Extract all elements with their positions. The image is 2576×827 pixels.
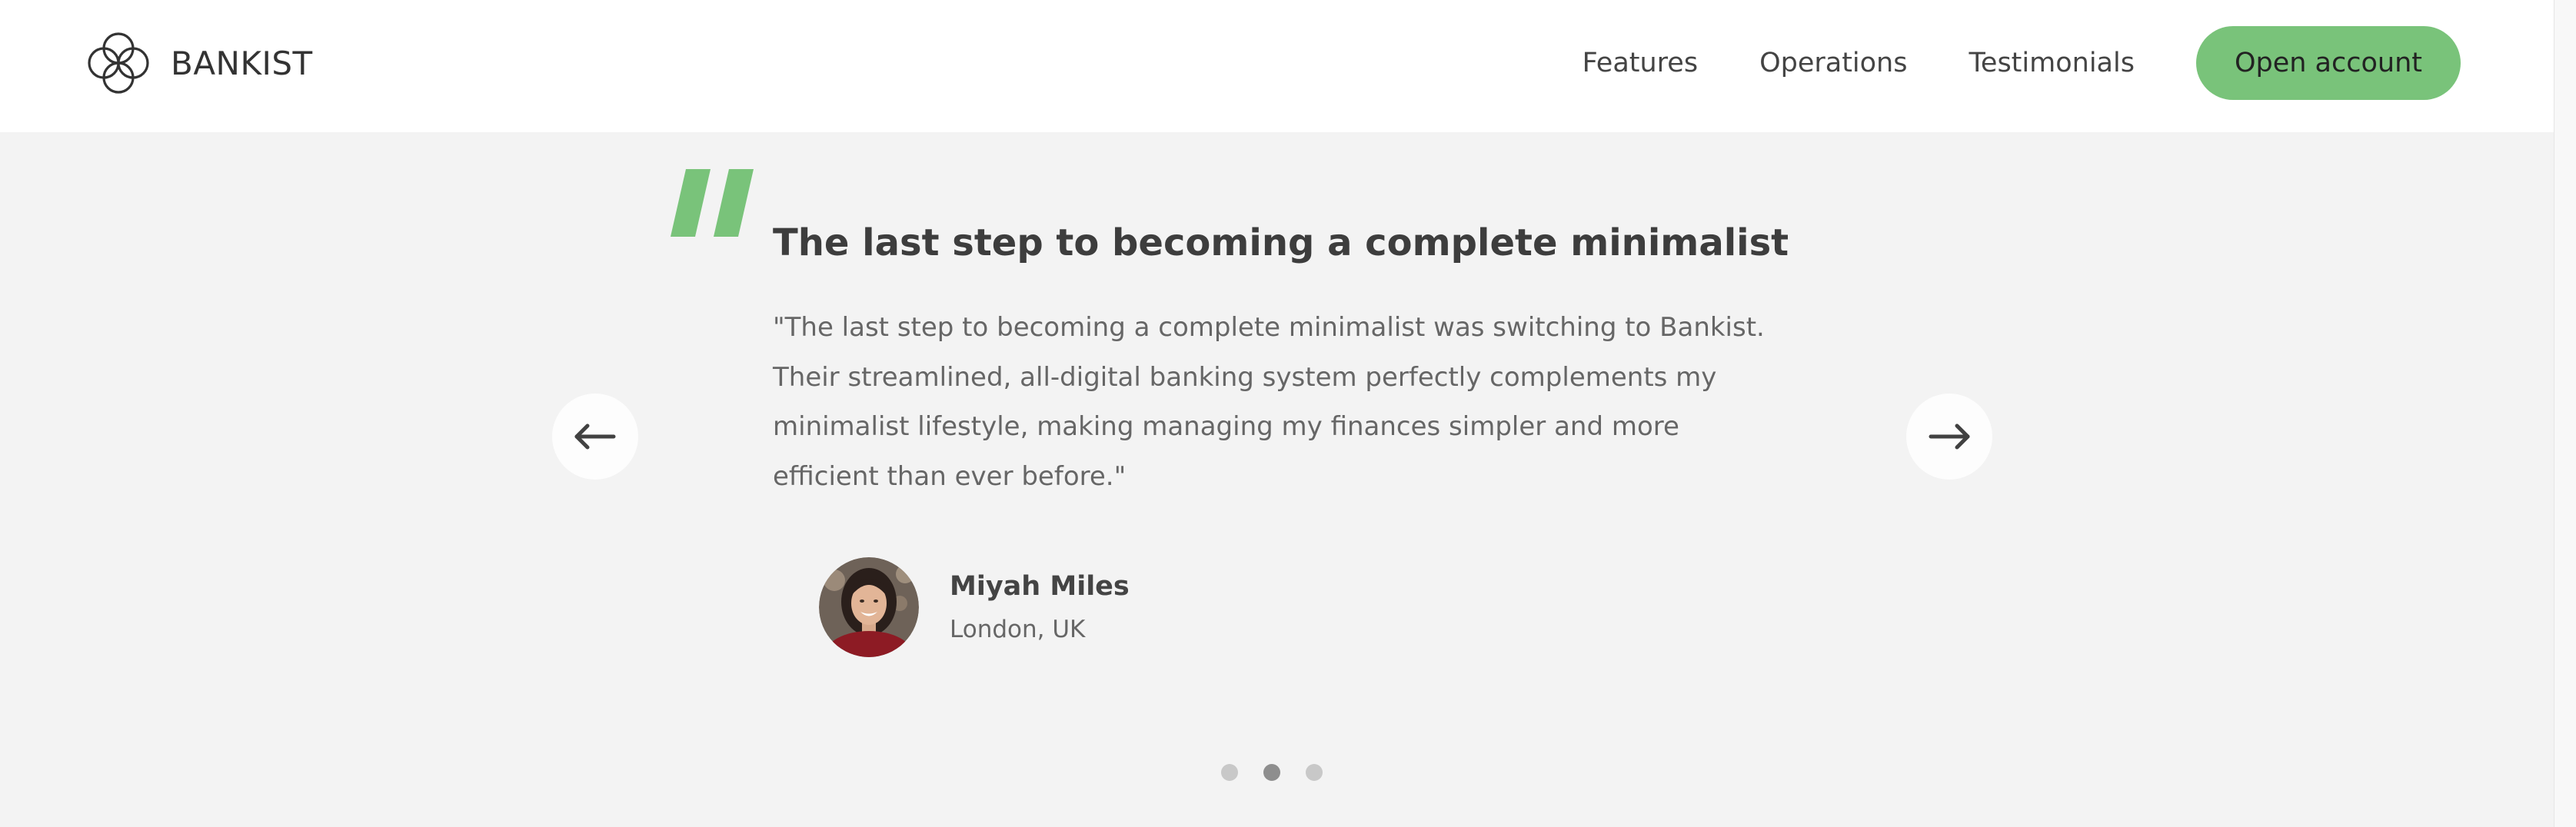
- page: BANKIST Features Operations Testimonials…: [0, 0, 2576, 827]
- author-info: Miyah Miles London, UK: [950, 571, 1130, 643]
- slider-prev-button[interactable]: [552, 394, 638, 480]
- arrow-right-icon: [1929, 423, 1970, 450]
- nav-link-testimonials[interactable]: Testimonials: [1969, 48, 2134, 78]
- nav-link-operations[interactable]: Operations: [1759, 48, 1907, 78]
- open-account-button[interactable]: Open account: [2195, 26, 2461, 100]
- testimonial-text: "The last step to becoming a complete mi…: [773, 312, 1765, 492]
- testimonial-heading: The last step to becoming a complete min…: [773, 221, 1789, 264]
- slider-dot[interactable]: [1306, 764, 1323, 781]
- logo[interactable]: BANKIST: [83, 28, 313, 98]
- slider-dots: [1221, 764, 1348, 781]
- main-nav: Features Operations Testimonials Open ac…: [1583, 26, 2461, 100]
- testimonial-author: Miyah Miles London, UK: [819, 557, 1130, 657]
- nav-link-features[interactable]: Features: [1583, 48, 1699, 78]
- author-location: London, UK: [950, 616, 1086, 643]
- slider-dot-active[interactable]: [1263, 764, 1280, 781]
- scrollbar[interactable]: [2554, 0, 2576, 827]
- quote-icon: [671, 169, 754, 237]
- slider-next-button[interactable]: [1906, 394, 1992, 480]
- avatar: [819, 557, 919, 657]
- slider-dot[interactable]: [1221, 764, 1238, 781]
- arrow-left-icon: [574, 423, 616, 450]
- header: BANKIST Features Operations Testimonials…: [0, 0, 2554, 132]
- author-name: Miyah Miles: [950, 571, 1130, 602]
- brand-name: BANKIST: [171, 44, 313, 82]
- logo-icon: [88, 32, 149, 94]
